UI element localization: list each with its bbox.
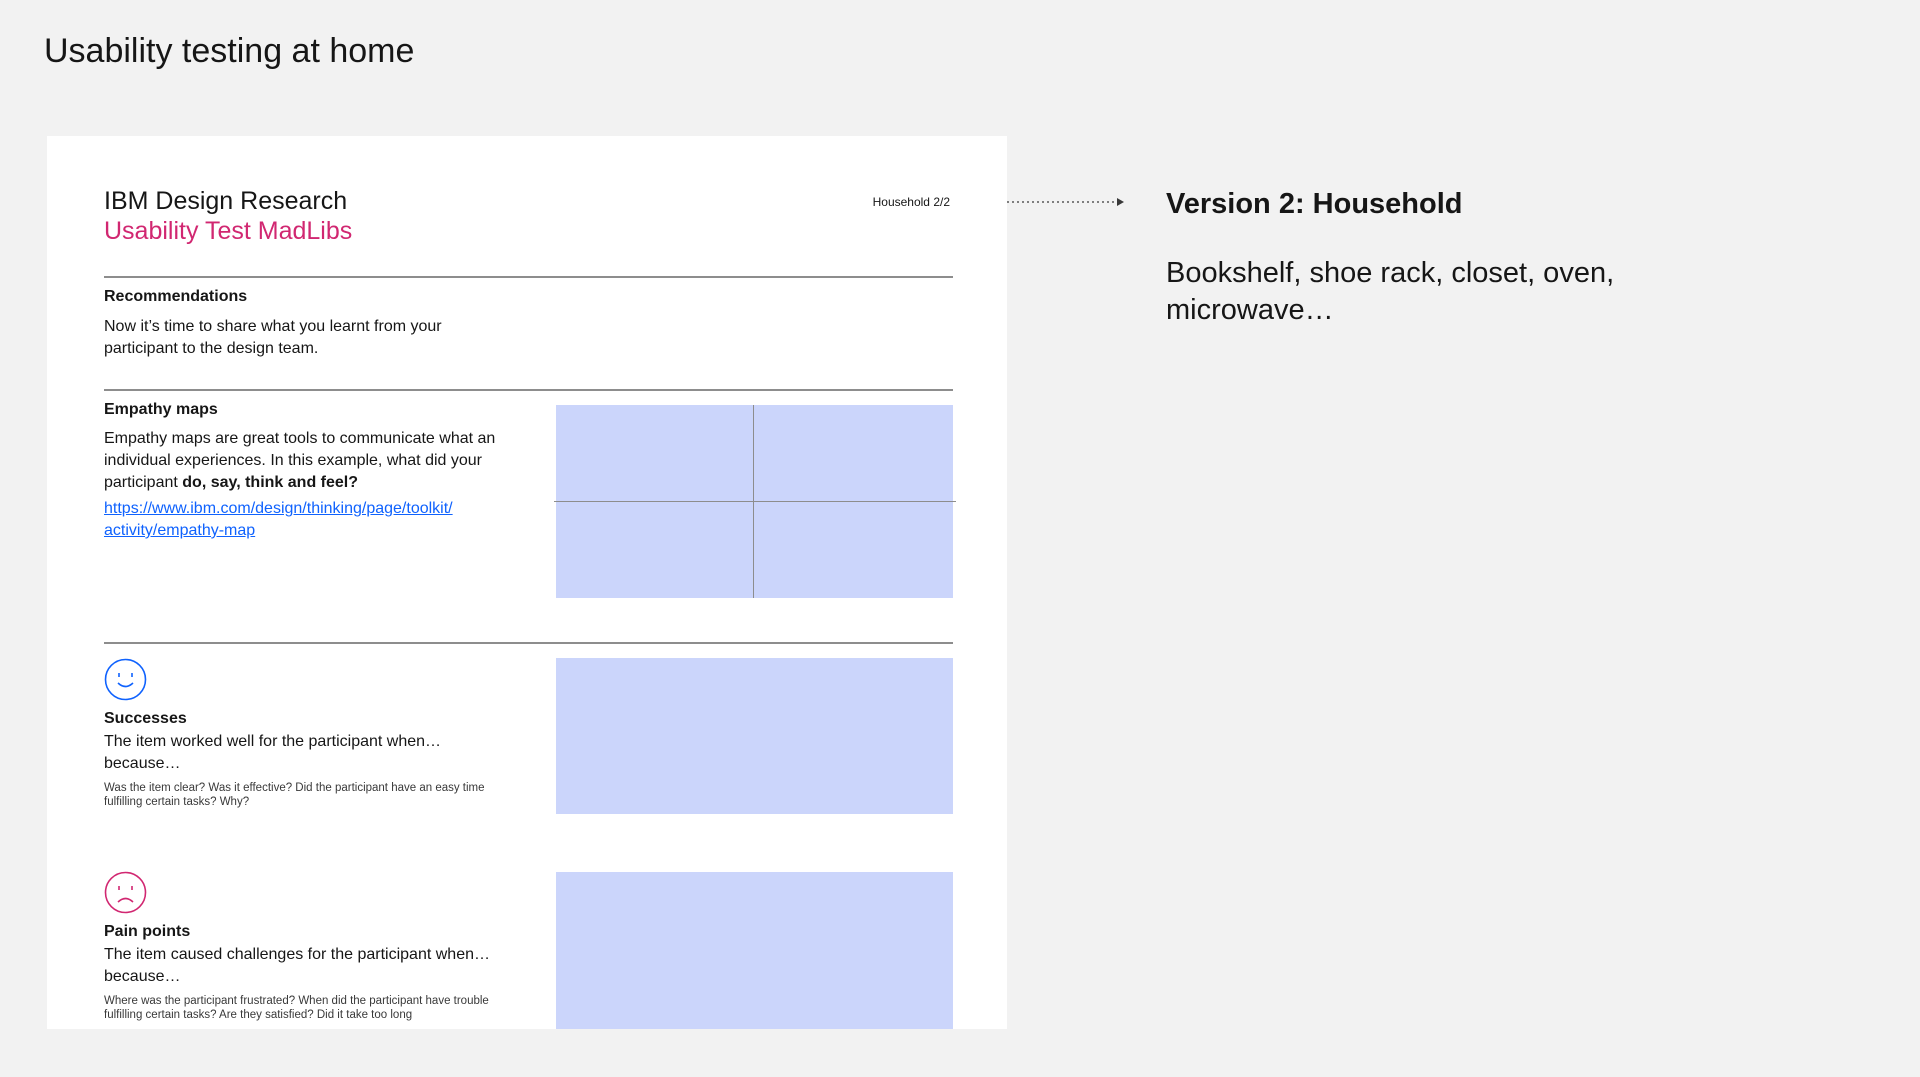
divider (104, 389, 953, 391)
successes-hint: Was the item clear? Was it effective? Di… (104, 782, 485, 808)
pain-points-hint: Where was the participant frustrated? Wh… (104, 995, 489, 1021)
grid-horizontal-line (554, 501, 956, 502)
page-title: Usability testing at home (44, 32, 415, 70)
smiley-face-icon (104, 658, 147, 701)
version-title: Version 2: Household (1166, 188, 1463, 220)
document-subtitle: Usability Test MadLibs (104, 217, 353, 245)
empathy-maps-body: Empathy maps are great tools to communic… (104, 428, 504, 494)
pain-points-input-box[interactable] (556, 872, 953, 1029)
sad-face-icon (104, 871, 147, 914)
pain-points-body: The item caused challenges for the parti… (104, 946, 490, 985)
empathy-maps-title: Empathy maps (104, 401, 218, 418)
empathy-map-link-line2[interactable]: activity/empathy-map (104, 520, 504, 542)
empathy-map-grid[interactable] (554, 405, 956, 598)
recommendations-body: Now it’s time to share what you learnt f… (104, 318, 442, 357)
empathy-map-link-line1[interactable]: https://www.ibm.com/design/thinking/page… (104, 498, 504, 520)
document-tag: Household 2/2 (872, 195, 950, 209)
pain-points-title: Pain points (104, 923, 191, 940)
divider (104, 642, 953, 644)
version-description: Bookshelf, shoe rack, closet, oven, micr… (1166, 257, 1615, 326)
successes-title: Successes (104, 710, 187, 727)
madlibs-document: IBM Design Research Usability Test MadLi… (47, 136, 1007, 1029)
divider (104, 276, 953, 278)
recommendations-title: Recommendations (104, 288, 248, 305)
successes-input-box[interactable] (556, 658, 953, 814)
brand-title: IBM Design Research (104, 187, 348, 215)
empathy-maps-emphasis: do, say, think and feel? (182, 474, 358, 491)
dotted-arrow-icon (1007, 198, 1124, 206)
empathy-map-link[interactable]: https://www.ibm.com/design/thinking/page… (104, 498, 504, 542)
successes-body: The item worked well for the participant… (104, 733, 442, 772)
